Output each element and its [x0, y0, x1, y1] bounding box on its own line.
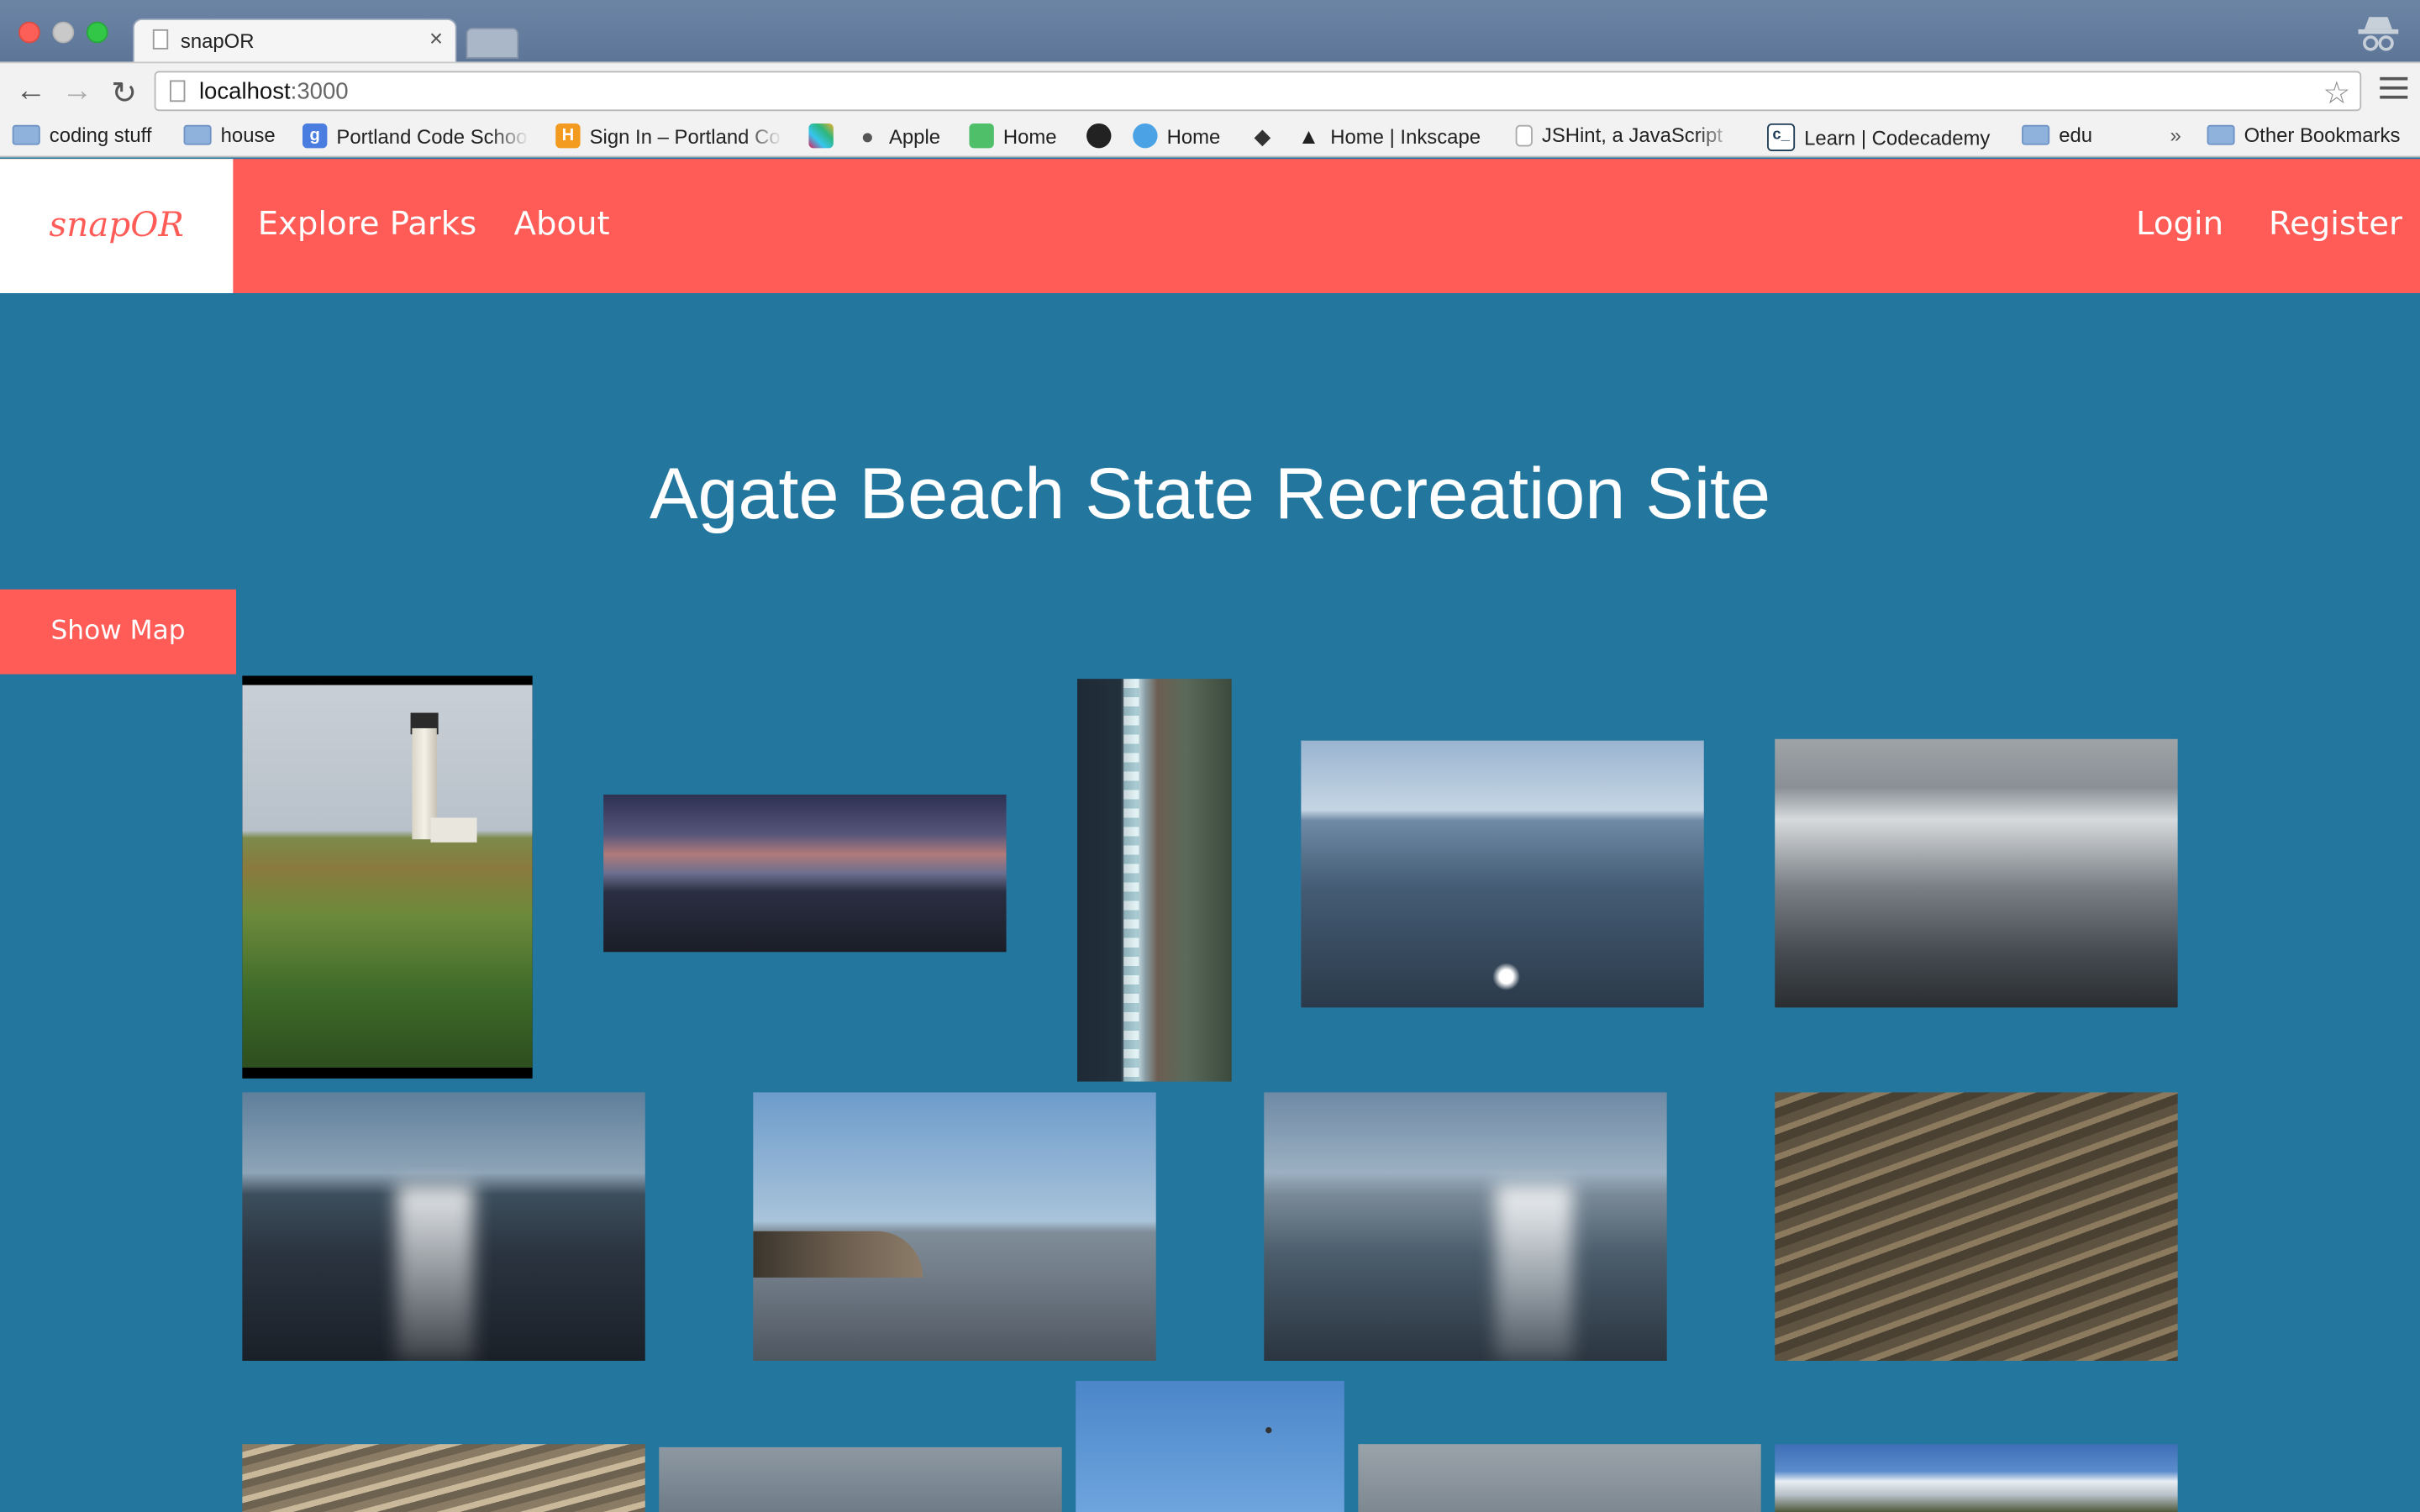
nav-login[interactable]: Login	[2136, 205, 2223, 242]
photo-image	[242, 685, 533, 1068]
page-icon	[170, 80, 186, 102]
address-bar[interactable]: localhost:3000 ☆	[154, 71, 2362, 113]
slack-icon	[808, 123, 834, 149]
bookmark-item[interactable]	[1086, 123, 1120, 149]
rocks	[753, 1231, 923, 1278]
photo-sunset-beach[interactable]	[603, 794, 1007, 953]
bookmark-item[interactable]: Home	[1133, 123, 1221, 149]
codecademy-icon: c_	[1767, 123, 1796, 152]
bookmark-label: Other Bookmarks	[2244, 123, 2401, 147]
bookmark-label: Apple	[888, 123, 941, 148]
browser-toolbar: ← → ↻ localhost:3000 ☆	[0, 61, 2420, 119]
inkscape-icon: ▲	[1297, 123, 1320, 149]
nav-explore-parks[interactable]: Explore Parks	[258, 205, 476, 242]
folder-icon	[2022, 124, 2050, 145]
github-icon	[1086, 123, 1112, 149]
tab-title: snapOR	[180, 29, 255, 53]
photo-grey-sea[interactable]	[659, 1446, 1062, 1512]
url-text[interactable]: localhost:3000	[199, 79, 349, 105]
bookmark-label: JSHint, a JavaScript	[1541, 123, 1723, 147]
back-icon[interactable]: ←	[15, 74, 46, 109]
photo-sand-ripples[interactable]	[242, 1444, 645, 1512]
bird	[1265, 1426, 1272, 1434]
brand-text: snapOR	[49, 207, 184, 246]
photo-ocean-shine[interactable]	[242, 1092, 645, 1362]
bookmark-label: Home | Inkscape	[1330, 123, 1481, 148]
page-icon	[152, 29, 169, 50]
sun-glare	[1495, 1184, 1573, 1362]
photo-waves[interactable]	[1264, 1092, 1667, 1362]
folder-icon	[12, 124, 40, 145]
nav-register[interactable]: Register	[2269, 205, 2402, 242]
photo-grey-horizon[interactable]	[1358, 1444, 1761, 1512]
photo-wet-sand[interactable]	[1775, 1092, 2178, 1362]
bookmark-star-icon[interactable]: ☆	[2323, 74, 2350, 113]
photo-lighthouse[interactable]	[242, 675, 533, 1079]
sun-reflection	[1492, 963, 1521, 991]
show-map-button[interactable]: Show Map	[0, 589, 237, 675]
bookmark-item[interactable]: ▲ Home | Inkscape	[1297, 123, 1481, 148]
bookmarks-bar: coding stuff house g Portland Code Schoo …	[0, 117, 2420, 158]
site-navbar: snapOR Explore Parks About Login Registe…	[0, 159, 2420, 293]
new-tab-button[interactable]	[466, 28, 519, 59]
bookmark-label: Sign In – Portland Co	[589, 123, 781, 148]
bookmark-item[interactable]: Other Bookmarks	[2207, 123, 2401, 147]
twitter-icon	[1133, 123, 1158, 149]
surf-line	[1123, 679, 1139, 1082]
page-title: Agate Beach State Recreation Site	[649, 452, 1771, 534]
url-host: localhost	[198, 78, 291, 105]
bookmark-label: Learn | Codecademy	[1804, 125, 1991, 150]
photo-glittering-sea[interactable]	[1775, 738, 2178, 1008]
photo-blue-sky[interactable]	[1076, 1380, 1344, 1512]
hamburger-menu-icon[interactable]	[2380, 76, 2408, 105]
folder-icon	[183, 124, 212, 145]
close-window-button[interactable]	[18, 21, 40, 44]
folder-icon	[2207, 124, 2235, 145]
bookmark-item[interactable]: edu	[2022, 123, 2093, 147]
apple-icon: ●	[860, 123, 875, 149]
bookmark-label: Portland Code Schoo	[336, 123, 528, 148]
zoom-window-button[interactable]	[86, 21, 108, 44]
bookmark-item[interactable]	[808, 123, 842, 149]
bookmark-item[interactable]: H Sign In – Portland Co	[555, 123, 782, 149]
bookmark-item[interactable]: house	[183, 123, 276, 147]
forward-icon[interactable]: →	[61, 74, 92, 109]
feedly-icon	[969, 123, 994, 149]
photo-sun-reflection[interactable]	[1301, 740, 1704, 1008]
bookmark-label: edu	[2059, 123, 2093, 147]
bookmark-item[interactable]: coding stuff	[12, 123, 152, 147]
tab-close-icon[interactable]: ×	[429, 26, 443, 52]
bookmark-item[interactable]: c_ Learn | Codecademy	[1767, 123, 1991, 152]
bookmark-label: coding stuff	[49, 123, 152, 147]
bookmark-item[interactable]: g Portland Code Schoo	[302, 123, 529, 149]
photo-aerial-coast[interactable]	[1077, 679, 1232, 1082]
browser-tab-strip: snapOR ×	[0, 0, 2420, 62]
bookmark-item[interactable]: Home	[969, 123, 1057, 149]
sun-glare	[397, 1184, 474, 1362]
h-icon: H	[555, 123, 581, 149]
keeper-house	[430, 817, 477, 843]
bookmark-item[interactable]: ◆	[1250, 123, 1284, 148]
photo-beach-rocks[interactable]	[753, 1092, 1156, 1362]
browser-tab[interactable]: snapOR ×	[132, 18, 457, 62]
bookmarks-overflow-chevron-icon[interactable]: »	[2170, 123, 2181, 147]
page-icon	[1515, 123, 1533, 146]
photo-coastal-town[interactable]	[1775, 1444, 2178, 1512]
bookmark-item[interactable]: ● Apple	[855, 123, 940, 148]
bookmark-label: Home	[1166, 123, 1221, 148]
bookmark-label: Home	[1002, 123, 1057, 148]
gem-icon: ◆	[1254, 123, 1271, 149]
nav-about[interactable]: About	[514, 205, 610, 242]
url-port: :3000	[290, 78, 349, 105]
minimize-window-button[interactable]	[52, 21, 75, 44]
bookmark-label: house	[220, 123, 276, 147]
brand-logo[interactable]: snapOR	[0, 159, 234, 293]
reload-icon[interactable]: ↻	[111, 74, 137, 113]
bookmark-item[interactable]: JSHint, a JavaScript	[1515, 123, 1735, 147]
incognito-icon	[2358, 17, 2399, 51]
google-icon: g	[302, 123, 328, 149]
